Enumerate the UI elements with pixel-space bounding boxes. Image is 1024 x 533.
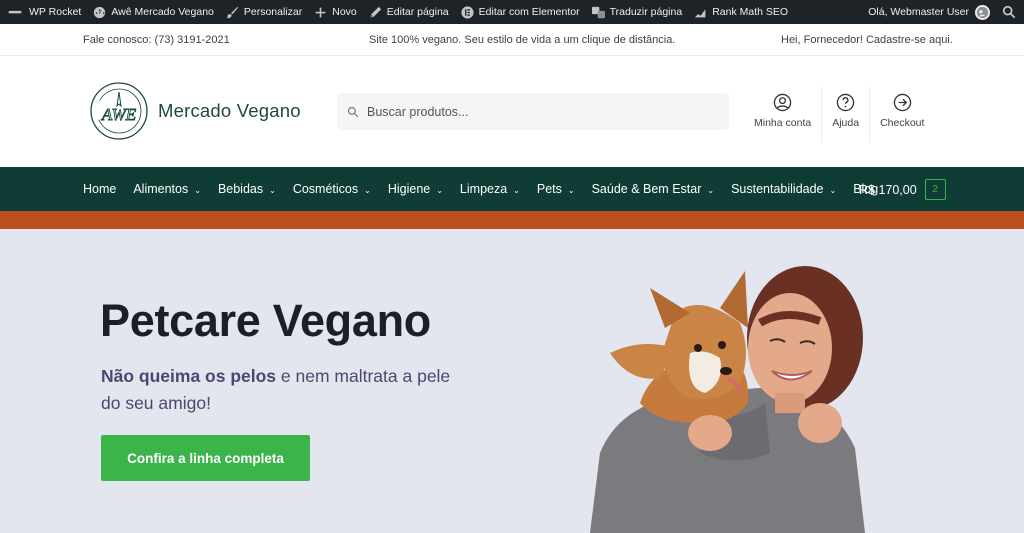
nav-item-home[interactable]: Home <box>83 182 116 196</box>
nav-item-saude[interactable]: Saúde & Bem Estar ⌄ <box>592 182 714 196</box>
help-link[interactable]: Ajuda <box>821 86 869 142</box>
logo-name: Mercado Vegano <box>158 100 301 121</box>
nav-item-higiene[interactable]: Higiene ⌄ <box>388 182 443 196</box>
admin-item-translate[interactable]: Traduzir página <box>586 0 689 24</box>
hero-title: Petcare Vegano <box>100 295 431 346</box>
elementor-icon <box>461 5 474 19</box>
cta-button[interactable]: Confira a linha completa <box>101 435 310 481</box>
supplier-signup-link[interactable]: Hei, Fornecedor! Cadastre-se aqui. <box>781 34 953 46</box>
chevron-down-icon: ⌄ <box>269 185 276 195</box>
admin-item-wp-rocket[interactable]: WP Rocket <box>0 0 87 24</box>
search-icon <box>347 106 359 117</box>
nav-item-alimentos[interactable]: Alimentos ⌄ <box>133 182 201 196</box>
admin-item-new[interactable]: Novo <box>308 0 363 24</box>
admin-item-customize[interactable]: Personalizar <box>220 0 308 24</box>
nav-item-pets[interactable]: Pets ⌄ <box>537 182 575 196</box>
checkout-link[interactable]: Checkout <box>869 86 934 142</box>
hero-woman-dog-photo <box>590 266 865 533</box>
admin-item-elementor[interactable]: Editar com Elementor <box>455 0 586 24</box>
product-search[interactable] <box>337 93 729 130</box>
top-info-bar: Fale conosco: (73) 3191-2021 Site 100% v… <box>0 24 1024 56</box>
site-logo[interactable]: AWE Mercado Vegano <box>88 80 301 142</box>
wp-admin-bar: WP Rocket Awê Mercado Vegano Personaliza… <box>0 0 1024 24</box>
contact-phone-link[interactable]: Fale conosco: (73) 3191-2021 <box>83 34 230 46</box>
nav-item-sustentabilidade[interactable]: Sustentabilidade ⌄ <box>731 182 836 196</box>
header-actions: Minha conta Ajuda Checkout <box>744 86 934 142</box>
translate-icon <box>591 6 605 18</box>
my-account-link[interactable]: Minha conta <box>744 86 821 142</box>
cart-link[interactable]: R$ 170,00 2 <box>859 179 946 200</box>
chevron-down-icon: ⌄ <box>194 185 201 195</box>
hero-banner: Petcare Vegano Não queima os pelos e nem… <box>0 229 1024 533</box>
admin-greeting[interactable]: Olá, Webmaster User <box>868 6 969 18</box>
site-header: AWE Mercado Vegano Minha conta Ajuda Che… <box>0 56 1024 167</box>
chevron-down-icon: ⌄ <box>513 185 520 195</box>
pencil-icon <box>370 6 381 17</box>
chevron-down-icon: ⌄ <box>436 185 443 195</box>
site-tagline: Site 100% vegano. Seu estilo de vida a u… <box>369 34 676 46</box>
nav-item-limpeza[interactable]: Limpeza ⌄ <box>460 182 520 196</box>
cart-total: R$ 170,00 <box>859 182 917 197</box>
wordpress-icon <box>8 10 22 13</box>
logo-mark-icon: AWE <box>90 82 148 140</box>
admin-item-edit-page[interactable]: Editar página <box>363 0 455 24</box>
chevron-down-icon: ⌄ <box>707 185 715 195</box>
nav-item-cosmeticos[interactable]: Cosméticos ⌄ <box>293 182 371 196</box>
nav-item-bebidas[interactable]: Bebidas ⌄ <box>218 182 276 196</box>
chevron-down-icon: ⌄ <box>567 185 575 195</box>
admin-item-rank-math[interactable]: Rank Math SEO <box>688 0 794 24</box>
search-icon[interactable] <box>1002 5 1016 19</box>
accent-divider <box>0 211 1024 229</box>
svg-text:AWE: AWE <box>101 105 137 124</box>
question-icon <box>836 93 855 112</box>
admin-item-site[interactable]: Awê Mercado Vegano <box>87 0 220 24</box>
rankmath-icon <box>695 8 706 17</box>
user-avatar-icon[interactable] <box>975 4 990 20</box>
plus-icon <box>315 7 326 17</box>
hero-subtitle: Não queima os pelos e nem maltrata a pel… <box>101 366 451 413</box>
main-navigation: Home Alimentos ⌄ Bebidas ⌄ Cosméticos ⌄ Hig… <box>0 167 1024 211</box>
chevron-down-icon: ⌄ <box>364 185 371 195</box>
chevron-down-icon: ⌄ <box>829 185 837 195</box>
brush-icon <box>226 6 239 18</box>
dashboard-icon <box>94 6 106 18</box>
arrow-right-circle-icon <box>893 93 911 112</box>
search-input[interactable] <box>367 104 707 119</box>
user-icon <box>773 93 792 112</box>
cart-count-badge: 2 <box>924 179 946 200</box>
